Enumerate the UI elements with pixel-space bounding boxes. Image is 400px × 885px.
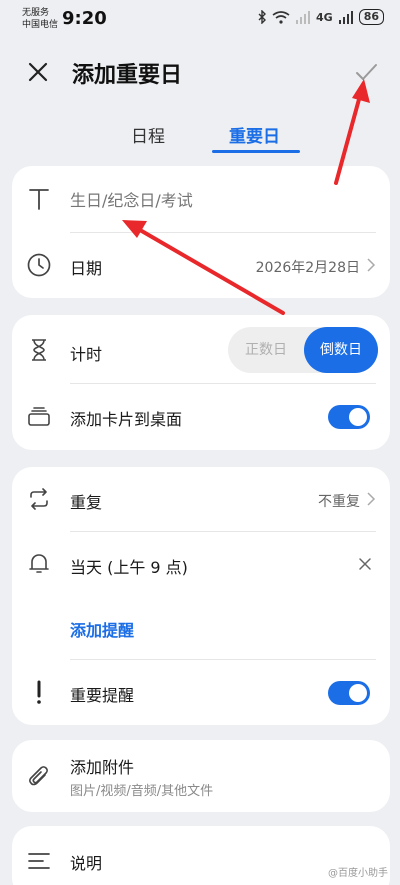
- date-row[interactable]: 日期 2026年2月28日: [12, 233, 390, 298]
- status-bar: 无服务 中国电信 9:20 4G 86: [0, 0, 400, 38]
- lines-icon: [28, 853, 50, 869]
- repeat-row[interactable]: 重复 不重复: [12, 467, 390, 531]
- add-reminder-link[interactable]: 添加提醒: [70, 617, 134, 641]
- status-time: 9:20: [62, 8, 107, 29]
- date-label: 日期: [70, 259, 103, 278]
- toggle-knob: [349, 408, 367, 426]
- toggle-knob: [349, 684, 367, 702]
- important-reminder-row: 重要提醒: [12, 660, 390, 725]
- description-label: 说明: [70, 854, 103, 873]
- wifi-icon: [272, 10, 290, 24]
- check-icon: [356, 64, 377, 80]
- tab-important-day[interactable]: 重要日: [229, 122, 280, 147]
- countdown-option[interactable]: 倒数日: [304, 327, 378, 373]
- battery-indicator: 86: [358, 9, 384, 25]
- add-reminder-row[interactable]: 添加提醒: [12, 597, 390, 659]
- repeat-reminder-card: 重复 不重复 当天 (上午 9 点) 添加提醒 重要提醒: [12, 467, 390, 725]
- paperclip-icon: [29, 766, 48, 786]
- chevron-right-icon: [367, 492, 376, 506]
- system-icons: 4G 86: [257, 9, 384, 25]
- repeat-value: 不重复: [318, 494, 360, 510]
- tab-schedule[interactable]: 日程: [131, 122, 165, 147]
- confirm-button[interactable]: [352, 58, 380, 86]
- repeat-icon: [30, 488, 48, 510]
- timing-label: 计时: [70, 345, 103, 364]
- app-header: 添加重要日: [0, 44, 400, 100]
- active-tab-indicator: [212, 150, 300, 153]
- desktop-card-label: 添加卡片到桌面: [70, 410, 183, 429]
- carrier-info: 无服务 中国电信: [22, 7, 58, 31]
- close-icon: [28, 62, 48, 82]
- repeat-label: 重复: [70, 493, 103, 512]
- clock-icon: [27, 253, 51, 277]
- page-title: 添加重要日: [72, 63, 183, 88]
- title-date-card: 日期 2026年2月28日: [12, 166, 390, 298]
- carrier-line-2: 中国电信: [22, 20, 59, 30]
- title-input[interactable]: [70, 188, 370, 212]
- tab-bar: 日程 重要日: [0, 118, 400, 158]
- exclamation-icon: [37, 680, 41, 704]
- card-stack-icon: [28, 407, 50, 426]
- desktop-card-row: 添加卡片到桌面: [12, 384, 390, 450]
- timing-card: 计时 正数日 倒数日 添加卡片到桌面: [12, 315, 390, 450]
- desktop-card-toggle[interactable]: [328, 405, 370, 429]
- count-mode-switch: 正数日 倒数日: [228, 327, 378, 373]
- chevron-right-icon: [367, 258, 376, 272]
- bell-icon: [29, 554, 49, 573]
- text-T-icon: [29, 189, 49, 210]
- important-reminder-label: 重要提醒: [70, 686, 135, 705]
- title-field-row[interactable]: [12, 166, 390, 232]
- close-button[interactable]: [24, 58, 52, 86]
- attachment-label: 添加附件: [70, 758, 135, 777]
- count-up-option[interactable]: 正数日: [228, 327, 304, 373]
- reminder-label: 当天 (上午 9 点): [70, 558, 188, 577]
- signal-icon: [296, 10, 310, 24]
- attachment-subtitle: 图片/视频/音频/其他文件: [70, 784, 214, 799]
- signal-strong-icon: [338, 10, 353, 24]
- hourglass-icon: [32, 339, 46, 361]
- attachment-card[interactable]: 添加附件 图片/视频/音频/其他文件: [12, 740, 390, 812]
- timing-row: 计时 正数日 倒数日: [12, 315, 390, 383]
- bluetooth-icon: [258, 10, 266, 24]
- watermark: @百度小助手: [328, 868, 388, 879]
- date-value: 2026年2月28日: [255, 260, 360, 276]
- carrier-line-1: 无服务: [22, 8, 50, 18]
- remove-reminder-icon[interactable]: [358, 557, 372, 571]
- important-reminder-toggle[interactable]: [328, 681, 370, 705]
- network-type: 4G: [316, 10, 333, 24]
- reminder-row[interactable]: 当天 (上午 9 点): [12, 532, 390, 596]
